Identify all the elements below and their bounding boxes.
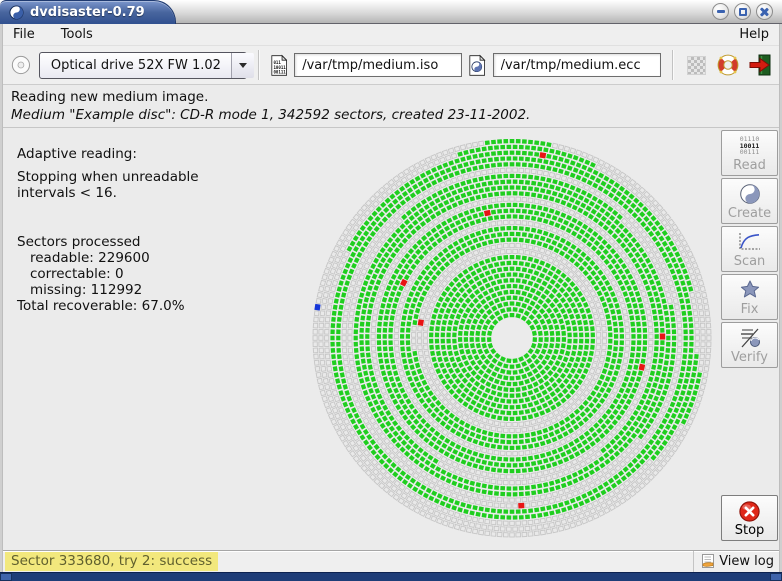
chevron-down-icon <box>231 53 254 78</box>
verify-button[interactable]: Verify <box>721 322 778 368</box>
stop-icon <box>738 499 761 524</box>
fix-button-label: Fix <box>741 303 759 317</box>
sectors-heading: Sectors processed <box>17 234 199 250</box>
scan-curve-icon <box>737 230 762 255</box>
view-log-icon <box>701 554 716 569</box>
action-sidebar: 01110 10011 00111 Read Create <box>720 128 782 550</box>
reading-mode-heading: Adaptive reading: <box>17 146 199 162</box>
main-area: Adaptive reading: Stopping when unreadab… <box>0 128 782 550</box>
sectors-readable: readable: 229600 <box>17 250 199 266</box>
image-file-input[interactable] <box>294 53 462 77</box>
disc-icon <box>10 51 32 79</box>
drawing-area: Adaptive reading: Stopping when unreadab… <box>0 128 720 550</box>
minimize-button[interactable] <box>712 3 729 20</box>
sectors-correctable: correctable: 0 <box>17 266 199 282</box>
app-logo-icon <box>9 5 24 20</box>
scan-button[interactable]: Scan <box>721 226 778 272</box>
status-message: Sector 333680, try 2: success <box>5 552 218 571</box>
help-button[interactable] <box>715 50 741 80</box>
read-binary-icon: 01110 10011 00111 <box>740 134 760 159</box>
close-icon <box>760 7 770 17</box>
drive-selector[interactable]: Optical drive 52X FW 1.02 <box>39 52 247 79</box>
toolbar: Optical drive 52X FW 1.02 011 10011 0011… <box>0 46 782 85</box>
iso-file-icon: 011 10011 00111 <box>271 52 287 79</box>
window-title: dvdisaster-0.79 <box>30 5 145 20</box>
minimize-icon <box>717 10 725 13</box>
fix-splat-icon <box>739 278 761 303</box>
title-tab: dvdisaster-0.79 <box>0 0 176 24</box>
scan-button-label: Scan <box>734 255 766 269</box>
quit-icon <box>748 53 772 77</box>
quit-button[interactable] <box>748 50 772 80</box>
window-resize-edge[interactable] <box>0 572 782 581</box>
stopping-line1: Stopping when unreadable <box>17 169 199 185</box>
medium-infobar: Reading new medium image. Medium "Exampl… <box>0 85 782 128</box>
read-button-label: Read <box>733 159 766 173</box>
menu-tools[interactable]: Tools <box>58 26 96 43</box>
svg-text:00111: 00111 <box>273 69 286 74</box>
create-button[interactable]: Create <box>721 178 778 224</box>
menubar: File Tools Help <box>0 24 782 46</box>
statusbar: Sector 333680, try 2: success View log <box>0 550 782 572</box>
stopping-line2: intervals < 16. <box>17 185 199 201</box>
preferences-button[interactable] <box>685 50 708 80</box>
drive-selector-value: Optical drive 52X FW 1.02 <box>51 58 221 73</box>
close-button[interactable] <box>756 3 773 20</box>
maximize-button[interactable] <box>734 3 751 20</box>
maximize-icon <box>739 8 747 16</box>
window-left-border <box>0 24 3 572</box>
fix-button[interactable]: Fix <box>721 274 778 320</box>
view-log-label: View log <box>719 554 774 569</box>
info-line1: Reading new medium image. <box>11 89 771 105</box>
total-recoverable: Total recoverable: 67.0% <box>17 298 199 314</box>
help-lifebelt-icon <box>715 52 741 78</box>
preferences-icon <box>687 56 706 75</box>
toolbar-separator <box>672 50 674 80</box>
create-yinyang-icon <box>739 182 761 207</box>
read-button[interactable]: 01110 10011 00111 Read <box>721 130 778 176</box>
window-controls <box>712 3 782 20</box>
stop-button[interactable]: Stop <box>721 495 778 541</box>
verify-button-label: Verify <box>731 351 768 365</box>
menu-file[interactable]: File <box>10 26 38 43</box>
info-line2: Medium "Example disc": CD-R mode 1, 3425… <box>11 107 771 123</box>
ecc-file-icon <box>469 52 485 79</box>
sectors-missing: missing: 112992 <box>17 282 199 298</box>
menu-help[interactable]: Help <box>736 26 772 43</box>
app-window: dvdisaster-0.79 File Tools Help Optical … <box>0 0 782 581</box>
reading-stats-panel: Adaptive reading: Stopping when unreadab… <box>17 146 199 314</box>
ecc-file-input[interactable] <box>493 53 661 77</box>
stop-button-label: Stop <box>735 524 765 538</box>
view-log-button[interactable]: View log <box>693 551 774 572</box>
verify-icon <box>738 326 762 351</box>
create-button-label: Create <box>728 207 771 221</box>
titlebar[interactable]: dvdisaster-0.79 <box>0 0 782 24</box>
toolbar-separator <box>258 50 260 80</box>
